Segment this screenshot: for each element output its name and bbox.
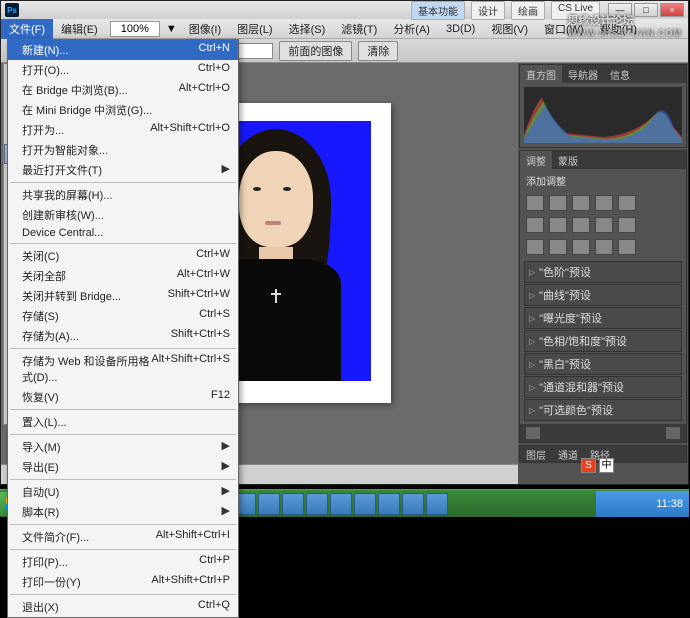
menu-item[interactable]: 存储(S)Ctrl+S	[8, 306, 238, 326]
tray-icon[interactable]	[602, 497, 616, 511]
tab-info[interactable]: 信息	[604, 65, 636, 83]
workspace-tab-basic[interactable]: 基本功能	[411, 1, 465, 20]
preset-item[interactable]: ▷"曝光度"预设	[524, 307, 682, 329]
taskbar-item[interactable]	[354, 493, 376, 515]
vibrance-icon[interactable]	[618, 195, 636, 211]
tab-navigator[interactable]: 导航器	[562, 65, 604, 83]
menu-edit[interactable]: 编辑(E)	[53, 19, 106, 39]
menu-item[interactable]: 在 Bridge 中浏览(B)...Alt+Ctrl+O	[8, 80, 238, 100]
panel-trash-icon[interactable]	[666, 427, 680, 439]
channelmixer-icon[interactable]	[618, 217, 636, 233]
taskbar-item[interactable]	[306, 493, 328, 515]
clock: 11:38	[656, 498, 683, 510]
menu-file[interactable]: 文件(F)	[1, 19, 53, 39]
menu-item[interactable]: 恢复(V)F12	[8, 387, 238, 407]
taskbar-item[interactable]	[330, 493, 352, 515]
workspace-tab-design[interactable]: 设计	[471, 1, 505, 20]
menu-item[interactable]: 关闭全部Alt+Ctrl+W	[8, 266, 238, 286]
menu-item[interactable]: 退出(X)Ctrl+Q	[8, 597, 238, 617]
tab-masks[interactable]: 蒙版	[552, 151, 584, 169]
taskbar-item[interactable]	[426, 493, 448, 515]
menu-image[interactable]: 图像(I)	[181, 19, 229, 39]
menu-item[interactable]: 打印(P)...Ctrl+P	[8, 552, 238, 572]
menu-select[interactable]: 选择(S)	[281, 19, 334, 39]
tray-icon[interactable]	[620, 497, 634, 511]
menu-item[interactable]: 最近打开文件(T)▶	[8, 160, 238, 180]
taskbar-item[interactable]	[378, 493, 400, 515]
brightness-icon[interactable]	[526, 195, 544, 211]
taskbar-item[interactable]	[282, 493, 304, 515]
taskbar-item[interactable]	[402, 493, 424, 515]
levels-icon[interactable]	[549, 195, 567, 211]
menu-item[interactable]: 创建新审核(W)...	[8, 205, 238, 225]
preset-item[interactable]: ▷"通道混和器"预设	[524, 376, 682, 398]
preset-item[interactable]: ▷"色相/饱和度"预设	[524, 330, 682, 352]
ime-s-icon[interactable]: S	[581, 458, 596, 473]
menu-item[interactable]: 存储为(A)...Shift+Ctrl+S	[8, 326, 238, 346]
system-tray[interactable]: 11:38	[596, 491, 689, 517]
panel-expand-icon[interactable]	[526, 427, 540, 439]
tab-channels[interactable]: 通道	[552, 446, 584, 462]
menu-layer[interactable]: 图层(L)	[229, 19, 280, 39]
zoom-field[interactable]: 100%	[110, 21, 160, 37]
gradientmap-icon[interactable]	[595, 239, 613, 255]
menu-item[interactable]: 导出(E)▶	[8, 457, 238, 477]
ime-tray: S 中	[581, 458, 614, 473]
dpi-input[interactable]	[237, 43, 273, 59]
menu-3d[interactable]: 3D(D)	[438, 21, 483, 37]
clear-button[interactable]: 清除	[358, 41, 398, 61]
colorbalance-icon[interactable]	[549, 217, 567, 233]
menu-item[interactable]: 置入(L)...	[8, 412, 238, 432]
zoom-dropdown-icon[interactable]: ▼	[166, 23, 177, 35]
add-adjustment-label: 添加调整	[520, 169, 686, 192]
histogram-display	[524, 87, 682, 143]
menu-view[interactable]: 视图(V)	[483, 19, 536, 39]
menu-item[interactable]: 文件简介(F)...Alt+Shift+Ctrl+I	[8, 527, 238, 547]
posterize-icon[interactable]	[549, 239, 567, 255]
tab-adjustments[interactable]: 调整	[520, 151, 552, 169]
tray-icon[interactable]	[638, 497, 652, 511]
hue-icon[interactable]	[526, 217, 544, 233]
preset-item[interactable]: ▷"可选颜色"预设	[524, 399, 682, 421]
menu-item[interactable]: 打开为...Alt+Shift+Ctrl+O	[8, 120, 238, 140]
preset-item[interactable]: ▷"色阶"预设	[524, 261, 682, 283]
photofilter-icon[interactable]	[595, 217, 613, 233]
watermark: 思缘设计论坛 WWW.MISSYUAN.COM	[568, 12, 683, 38]
taskbar-item[interactable]	[258, 493, 280, 515]
menu-item[interactable]: Device Central...	[8, 225, 238, 241]
front-image-button[interactable]: 前面的图像	[279, 41, 352, 61]
preset-item[interactable]: ▷"曲线"预设	[524, 284, 682, 306]
adjustments-panel: 调整 蒙版 添加调整	[519, 150, 687, 443]
menu-item[interactable]: 存储为 Web 和设备所用格式(D)...Alt+Shift+Ctrl+S	[8, 351, 238, 387]
menu-item[interactable]: 共享我的屏幕(H)...	[8, 185, 238, 205]
tab-histogram[interactable]: 直方图	[520, 65, 562, 83]
menu-item[interactable]: 关闭并转到 Bridge...Shift+Ctrl+W	[8, 286, 238, 306]
menu-item[interactable]: 在 Mini Bridge 中浏览(G)...	[8, 100, 238, 120]
menu-item[interactable]: 导入(M)▶	[8, 437, 238, 457]
menu-item[interactable]: 打印一份(Y)Alt+Shift+Ctrl+P	[8, 572, 238, 592]
threshold-icon[interactable]	[572, 239, 590, 255]
panels-dock: 直方图 导航器 信息 调整 蒙版 添加调整	[518, 63, 688, 464]
menu-analysis[interactable]: 分析(A)	[385, 19, 438, 39]
exposure-icon[interactable]	[595, 195, 613, 211]
menu-item[interactable]: 关闭(C)Ctrl+W	[8, 246, 238, 266]
menu-filter[interactable]: 滤镜(T)	[333, 19, 385, 39]
histogram-panel: 直方图 导航器 信息	[519, 64, 687, 148]
bw-icon[interactable]	[572, 217, 590, 233]
curves-icon[interactable]	[572, 195, 590, 211]
selectivecolor-icon[interactable]	[618, 239, 636, 255]
menu-item[interactable]: 打开(O)...Ctrl+O	[8, 60, 238, 80]
file-menu-dropdown: 新建(N)...Ctrl+N打开(O)...Ctrl+O在 Bridge 中浏览…	[7, 39, 239, 618]
preset-item[interactable]: ▷"黑白"预设	[524, 353, 682, 375]
menu-item[interactable]: 打开为智能对象...	[8, 140, 238, 160]
workspace-tab-paint[interactable]: 绘画	[511, 1, 545, 20]
menu-item[interactable]: 脚本(R)▶	[8, 502, 238, 522]
invert-icon[interactable]	[526, 239, 544, 255]
ime-cn-icon[interactable]: 中	[599, 458, 614, 473]
menu-item[interactable]: 新建(N)...Ctrl+N	[8, 40, 238, 60]
app-icon: Ps	[5, 3, 19, 17]
menu-item[interactable]: 自动(U)▶	[8, 482, 238, 502]
tab-layers[interactable]: 图层	[520, 446, 552, 462]
